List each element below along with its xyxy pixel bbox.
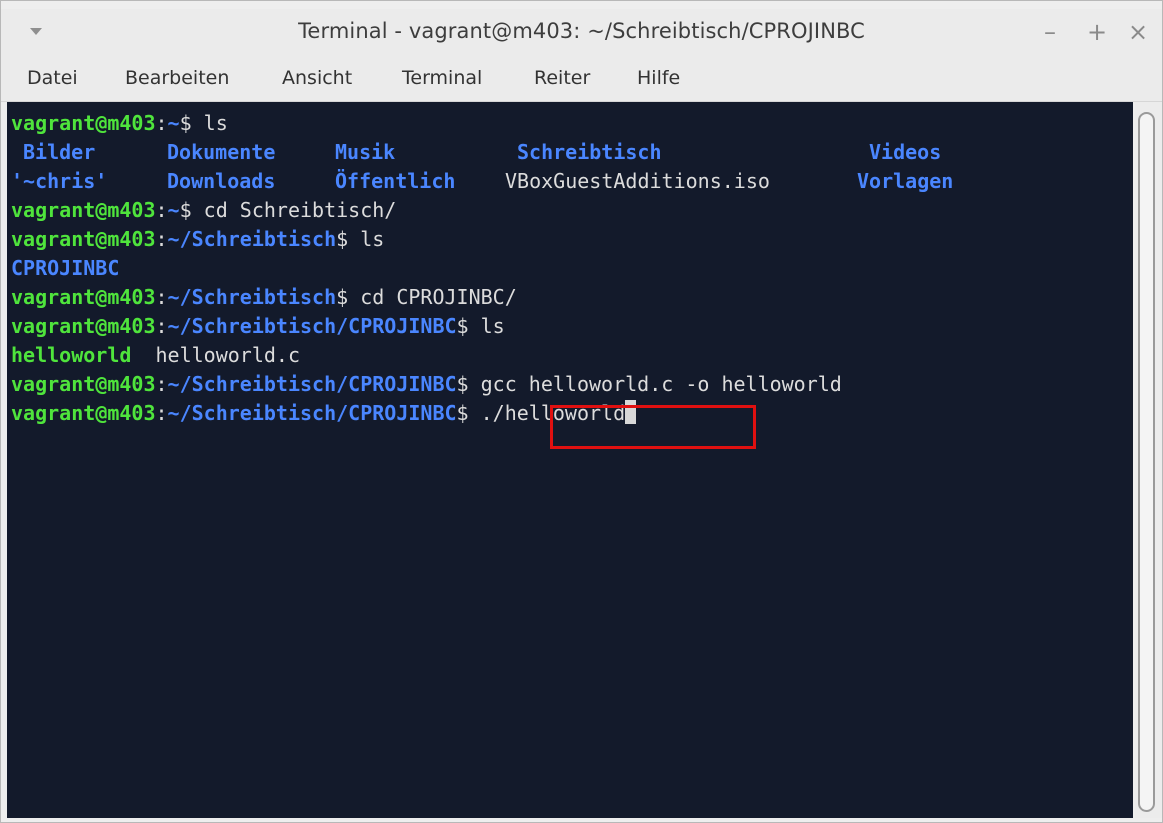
terminal-line: vagrant@m403:~$ cd Schreibtisch/: [11, 198, 397, 222]
close-button[interactable]: ×: [1123, 15, 1153, 49]
menu-bar: Datei Bearbeiten Ansicht Terminal Reiter…: [1, 59, 1162, 102]
prompt-user: vagrant@m403: [11, 111, 156, 135]
terminal-line: vagrant@m403:~/Schreibtisch/CPROJINBC$ g…: [11, 372, 842, 396]
prompt-path: ~/Schreibtisch/CPROJINBC: [167, 372, 457, 396]
terminal-output[interactable]: vagrant@m403:~$ ls Bilder Dokumente Musi…: [7, 102, 1133, 818]
menu-datei[interactable]: Datei: [25, 67, 80, 89]
ls-entry: helloworld.c: [155, 343, 301, 367]
terminal-line: vagrant@m403:~/Schreibtisch/CPROJINBC$ l…: [11, 314, 505, 338]
ls-entry: '~chris': [11, 169, 108, 193]
prompt-path: ~/Schreibtisch: [167, 285, 337, 309]
command-text: cd CPROJINBC/: [348, 285, 517, 309]
ls-entry: VBoxGuestAdditions.iso: [505, 169, 770, 193]
terminal-line: Bilder Dokumente Musik Schreibtisch Vide…: [11, 138, 1111, 167]
menu-reiter[interactable]: Reiter: [532, 67, 592, 89]
ls-entry: Dokumente: [167, 140, 276, 164]
scrollbar[interactable]: [1135, 102, 1162, 818]
ls-entry: Musik: [335, 140, 396, 164]
maximize-button[interactable]: +: [1082, 15, 1112, 49]
ls-entry: Vorlagen: [857, 169, 954, 193]
prompt-path: ~/Schreibtisch/CPROJINBC: [167, 401, 457, 425]
command-text: ls: [468, 314, 505, 338]
terminal-line: vagrant@m403:~/Schreibtisch$ cd CPROJINB…: [11, 285, 517, 309]
prompt-path: ~/Schreibtisch/CPROJINBC: [167, 314, 457, 338]
terminal-line: vagrant@m403:~$ ls: [11, 111, 228, 135]
command-text: ls: [191, 111, 228, 135]
prompt-user: vagrant@m403: [11, 372, 156, 396]
terminal-line: '~chris' Downloads Öffentlich VBoxGuestA…: [11, 167, 1111, 196]
highlight-box: [550, 405, 756, 449]
menu-bearbeiten[interactable]: Bearbeiten: [123, 67, 231, 89]
terminal-line: vagrant@m403:~/Schreibtisch/CPROJINBC$ .…: [11, 399, 637, 428]
minimize-button[interactable]: –: [1035, 15, 1065, 49]
ls-entry: Schreibtisch: [517, 140, 662, 164]
command-text: ls: [348, 227, 385, 251]
menu-terminal[interactable]: Terminal: [400, 67, 484, 89]
command-text: cd Schreibtisch/: [191, 198, 397, 222]
prompt-path: ~/Schreibtisch: [167, 227, 337, 251]
prompt-user: vagrant@m403: [11, 285, 156, 309]
ls-entry: Videos: [869, 140, 942, 164]
prompt-path: ~: [167, 111, 180, 135]
ls-entry: helloworld: [11, 343, 132, 367]
prompt-user: vagrant@m403: [11, 314, 156, 338]
prompt-user: vagrant@m403: [11, 401, 156, 425]
ls-entry: Bilder: [23, 140, 96, 164]
title-bar[interactable]: Terminal - vagrant@m403: ~/Schreibtisch/…: [1, 9, 1162, 59]
prompt-user: vagrant@m403: [11, 198, 156, 222]
ls-entry: Downloads: [167, 169, 276, 193]
prompt-path: ~: [167, 198, 180, 222]
ls-entry: CPROJINBC: [11, 256, 120, 280]
scrollbar-thumb[interactable]: [1138, 112, 1155, 812]
terminal-line: vagrant@m403:~/Schreibtisch$ ls: [11, 227, 385, 251]
menu-hilfe[interactable]: Hilfe: [635, 67, 682, 89]
prompt-user: vagrant@m403: [11, 227, 156, 251]
terminal-window: Terminal - vagrant@m403: ~/Schreibtisch/…: [0, 0, 1163, 823]
terminal-line: helloworld helloworld.c: [11, 341, 300, 370]
ls-entry: Öffentlich: [335, 169, 456, 193]
command-text: gcc helloworld.c -o helloworld: [468, 372, 842, 396]
window-title: Terminal - vagrant@m403: ~/Schreibtisch/…: [298, 19, 865, 43]
menu-ansicht[interactable]: Ansicht: [280, 67, 354, 89]
